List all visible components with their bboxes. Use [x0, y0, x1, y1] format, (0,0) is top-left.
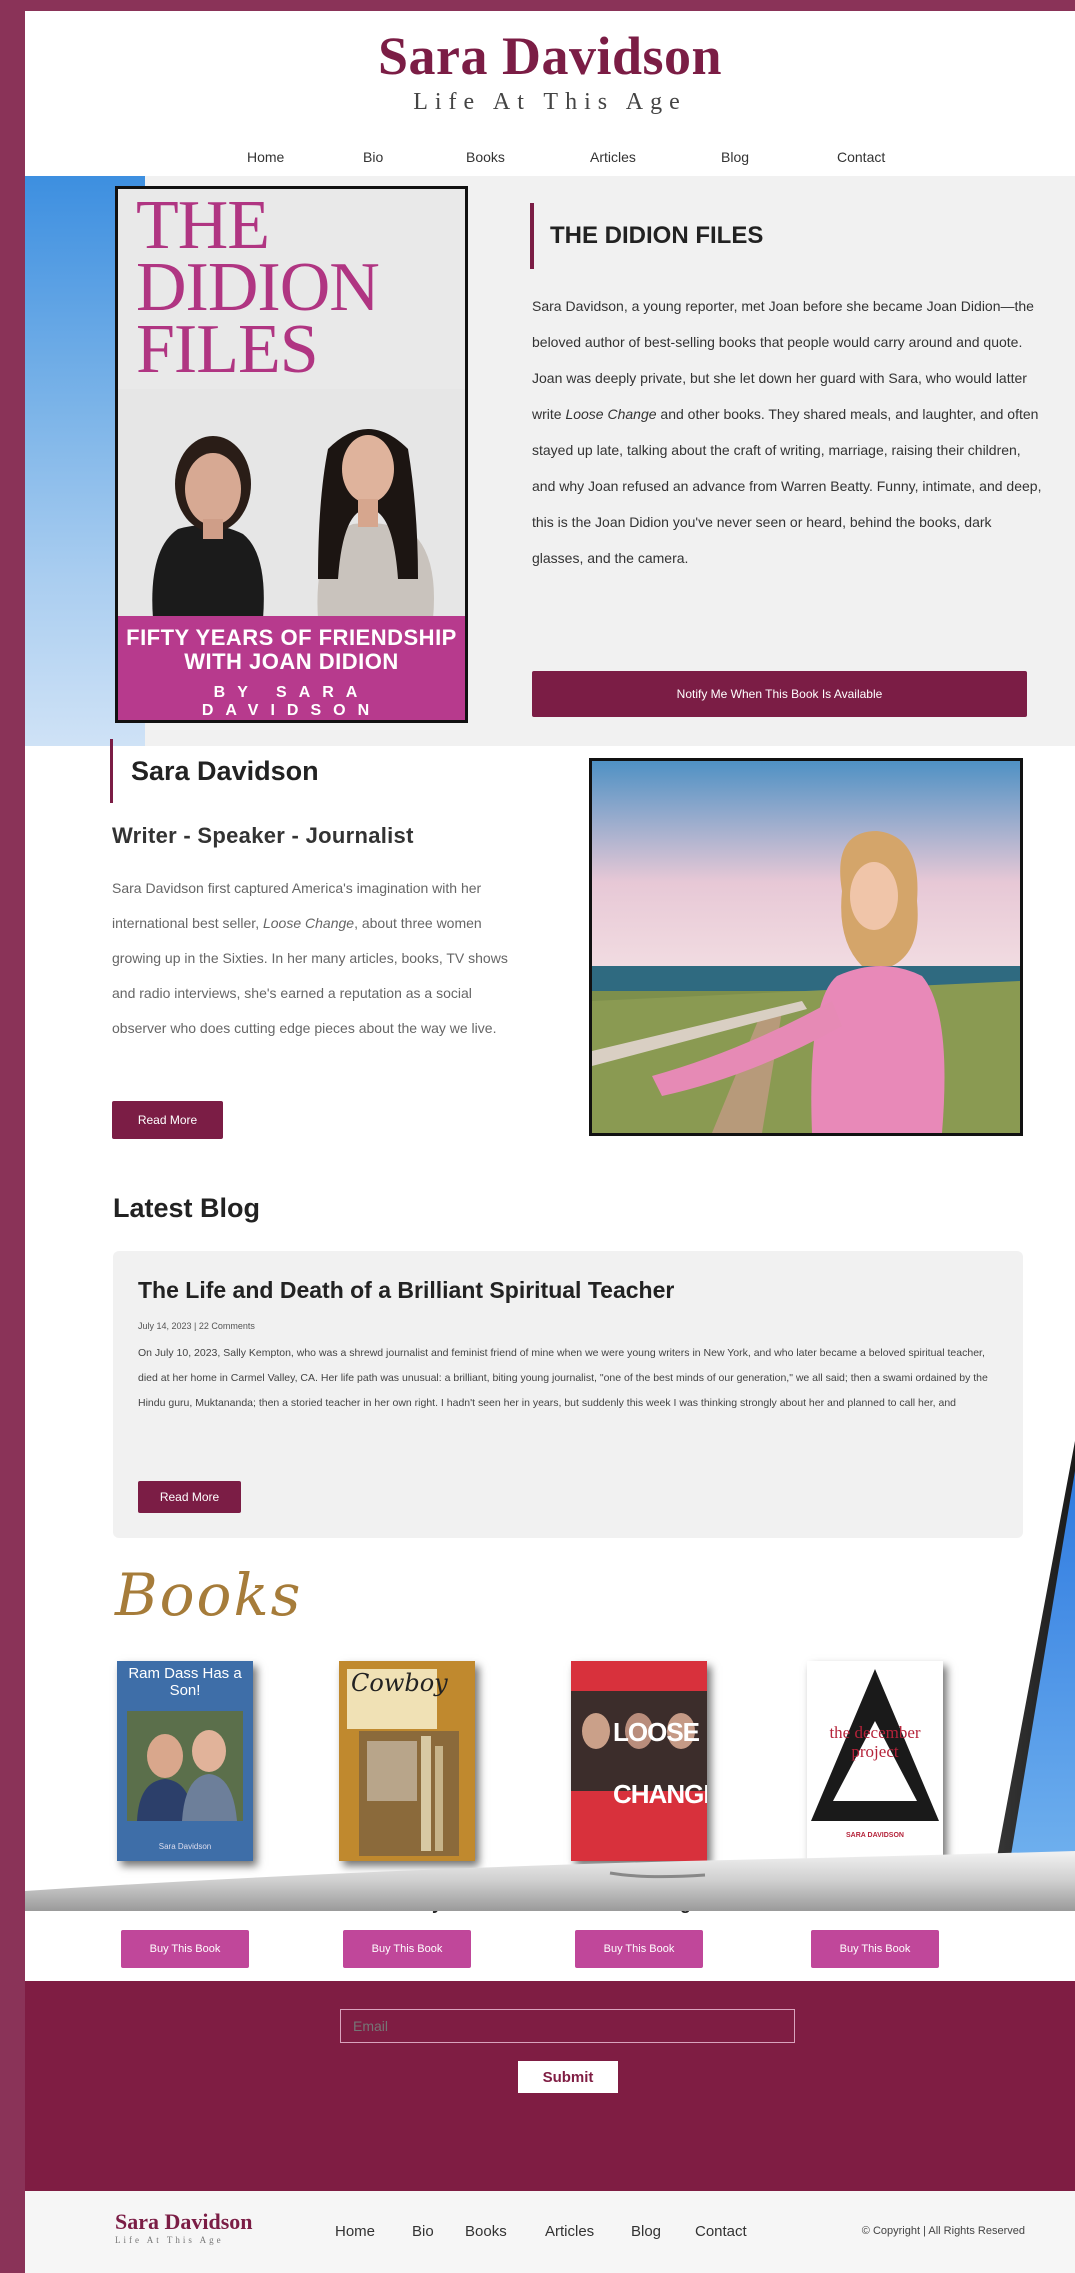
book-cover-december-project[interactable]: the december project SARA DAVIDSON [807, 1661, 943, 1861]
nav-articles[interactable]: Articles [590, 149, 636, 165]
book-cover-art [811, 1669, 939, 1821]
book-cover-photo [127, 1711, 243, 1821]
cover-title-line: DIDION [136, 249, 380, 326]
hero-title: THE DIDION FILES [530, 203, 763, 269]
hero-description: Sara Davidson, a young reporter, met Joa… [532, 288, 1042, 576]
main-nav: Home Bio Books Articles Blog Contact [25, 149, 1075, 173]
cover-portraits-image [118, 389, 465, 619]
book-title[interactable]: The December Pr [785, 1893, 965, 1914]
cover-title-line: THE [136, 187, 270, 264]
book-title[interactable]: Loose Change [549, 1893, 729, 1914]
footer-nav-bio[interactable]: Bio [412, 2223, 434, 2240]
book-cover-author: Sara Davidson [158, 1842, 212, 1851]
book-cover-text: the december project [829, 1723, 921, 1761]
cover-subtitle-line: WITH JOAN DIDION [184, 649, 399, 674]
nav-bio[interactable]: Bio [363, 149, 383, 165]
nav-blog[interactable]: Blog [721, 149, 749, 165]
about-text-part: , about three women growing up in the Si… [112, 915, 508, 1036]
about-read-more-button[interactable]: Read More [112, 1101, 223, 1139]
nav-books[interactable]: Books [466, 149, 505, 165]
hero-text-part: Sara Davidson, a young reporter, met Joa… [532, 298, 1034, 422]
buy-book-button[interactable]: Buy This Book [121, 1930, 249, 1968]
footer-nav-articles[interactable]: Articles [545, 2223, 594, 2240]
submit-button[interactable]: Submit [518, 2061, 618, 2093]
footer-nav-blog[interactable]: Blog [631, 2223, 661, 2240]
buy-book-button[interactable]: Buy This Book [811, 1930, 939, 1968]
cover-title: THE DIDION FILES [136, 187, 380, 388]
book-cover-text: LOOSE CHANGE [613, 1717, 707, 1809]
notify-button[interactable]: Notify Me When This Book Is Available [532, 671, 1027, 717]
nav-contact[interactable]: Contact [837, 149, 885, 165]
footer-nav-contact[interactable]: Contact [695, 2223, 747, 2240]
latest-blog-heading: Latest Blog [113, 1193, 261, 1223]
buy-book-button[interactable]: Buy This Book [575, 1930, 703, 1968]
cover-subtitle-line: FIFTY YEARS OF FRIENDSHIP [126, 625, 457, 650]
cover-byline: BY SARA DAVIDSON [201, 684, 382, 719]
cover-subtitle: FIFTY YEARS OF FRIENDSHIP WITH JOAN DIDI… [118, 626, 465, 674]
book-cover-author: SARA DAVIDSON [846, 1832, 904, 1839]
nav-home[interactable]: Home [247, 149, 284, 165]
book-cover-cowboy[interactable]: Cowboy [339, 1661, 475, 1861]
hero-text-part: and other books. They shared meals, and … [532, 406, 1042, 566]
cover-band: FIFTY YEARS OF FRIENDSHIP WITH JOAN DIDI… [118, 616, 465, 720]
books-heading: Books [115, 1561, 303, 1629]
book-title[interactable]: Cowboy [317, 1893, 497, 1914]
book-cover-text: Cowboy [347, 1669, 448, 1729]
book-item: Cowboy Cowboy Buy This Book [317, 1661, 497, 1968]
buy-book-button[interactable]: Buy This Book [343, 1930, 471, 1968]
email-input[interactable] [340, 2009, 795, 2043]
book-item: Ram Dass Has a Son! Sara Davidson Ram Da… [95, 1661, 275, 1968]
blog-post-excerpt: On July 10, 2023, Sally Kempton, who was… [138, 1347, 988, 1409]
page: Sara Davidson Life At This Age Home Bio … [25, 11, 1075, 2273]
newsletter-section: Submit [25, 1981, 1075, 2191]
didion-files-cover: THE DIDION FILES FIFTY YEARS OF FRIENDSH… [115, 186, 468, 723]
book-item: LOOSE CHANGE Loose Change Buy This Book [549, 1661, 729, 1968]
site-tagline: Life At This Age [413, 89, 687, 115]
book-item: the december project SARA DAVIDSON The D… [785, 1661, 965, 1968]
blog-post-meta: July 14, 2023 | 22 Comments [138, 1321, 255, 1331]
blog-post-card: The Life and Death of a Brilliant Spirit… [113, 1251, 1023, 1538]
book-title[interactable]: Ram Dass has a Son [95, 1893, 275, 1914]
book-cover-text: Ram Dass Has a Son! [128, 1665, 242, 1699]
copyright-text: © Copyright | All Rights Reserved [861, 2225, 1025, 2237]
footer-nav-books[interactable]: Books [465, 2223, 507, 2240]
site-title[interactable]: Sara Davidson [25, 29, 1075, 83]
site-brand[interactable]: Sara Davidson Life At This Age [25, 29, 1075, 116]
footer-brand[interactable]: Sara Davidson Life At This Age [115, 2211, 253, 2246]
footer-nav-home[interactable]: Home [335, 2223, 375, 2240]
book-cover-ram-dass[interactable]: Ram Dass Has a Son! Sara Davidson [117, 1661, 253, 1861]
blog-read-more-button[interactable]: Read More [138, 1481, 241, 1513]
footer: Sara Davidson Life At This Age Home Bio … [25, 2191, 1075, 2273]
footer-site-title[interactable]: Sara Davidson [115, 2211, 253, 2233]
hero-text-italic: Loose Change [565, 406, 657, 422]
footer-tagline: Life At This Age [115, 2235, 224, 2245]
book-cover-photo [359, 1731, 459, 1856]
book-cover-loose-change[interactable]: LOOSE CHANGE [571, 1661, 707, 1861]
cover-title-line: FILES [136, 311, 319, 388]
blog-post-title[interactable]: The Life and Death of a Brilliant Spirit… [138, 1277, 674, 1304]
about-title: Sara Davidson [110, 739, 319, 803]
author-photo [589, 758, 1023, 1136]
about-subtitle: Writer - Speaker - Journalist [112, 823, 414, 848]
about-description: Sara Davidson first captured America's i… [112, 871, 517, 1046]
about-text-italic: Loose Change [262, 915, 355, 931]
